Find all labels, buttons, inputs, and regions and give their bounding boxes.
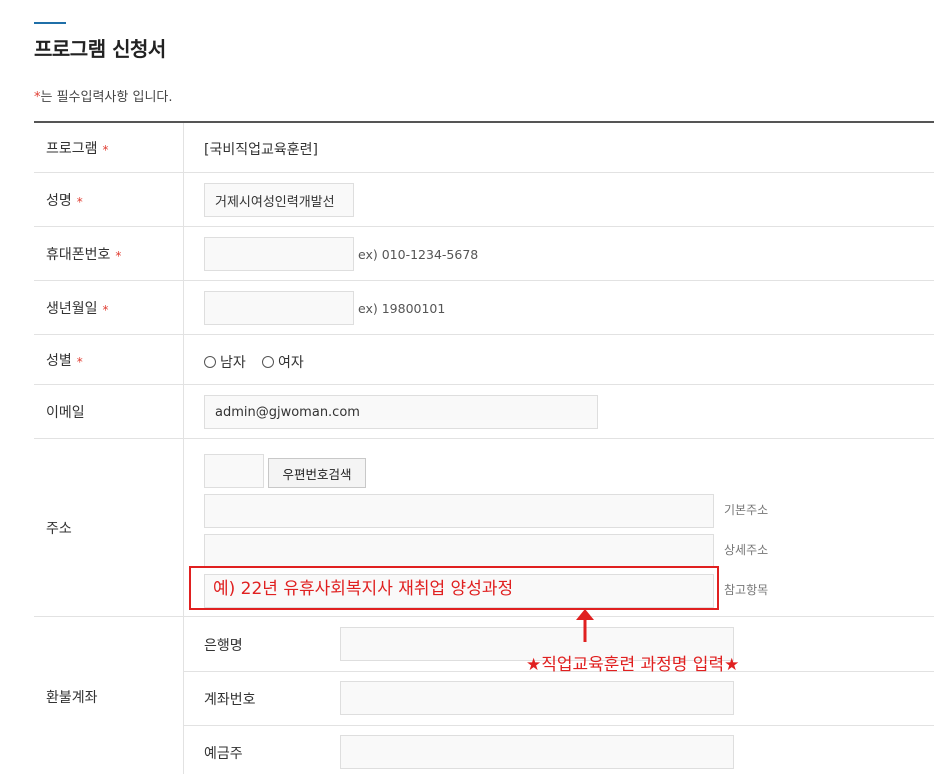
email-content: admin@gjwoman.com bbox=[184, 385, 934, 438]
name-input[interactable]: 거제시여성인력개발선 bbox=[204, 183, 354, 217]
name-content: 거제시여성인력개발선 bbox=[184, 173, 934, 226]
email-label-text: 이메일 bbox=[46, 404, 85, 421]
zipcode-search-button[interactable]: 우편번호검색 bbox=[268, 458, 366, 488]
gender-content: 남자 여자 bbox=[184, 335, 934, 384]
address-label: 주소 bbox=[34, 439, 184, 616]
page-title: 프로그램 신청서 bbox=[34, 37, 166, 61]
phone-input[interactable] bbox=[204, 237, 354, 271]
refund-label-text: 환불계좌 bbox=[46, 690, 98, 706]
detail-address-input[interactable] bbox=[204, 534, 714, 568]
required-star: * bbox=[115, 248, 122, 263]
annotation-caption: ★직업교육훈련 과정명 입력★ bbox=[526, 655, 740, 675]
title-accent-line bbox=[34, 22, 66, 24]
arrow-up-icon bbox=[576, 609, 594, 642]
phone-hint: ex) 010-1234-5678 bbox=[358, 247, 479, 262]
account-input[interactable] bbox=[340, 681, 734, 715]
refund-label: 환불계좌 bbox=[34, 617, 184, 774]
birth-content: ex) 19800101 bbox=[184, 281, 934, 334]
phone-label-text: 휴대폰번호 bbox=[46, 246, 111, 263]
phone-label: 휴대폰번호 * bbox=[34, 227, 184, 280]
required-star: * bbox=[102, 302, 109, 317]
refund-content: 은행명 계좌번호 예금주 bbox=[184, 617, 934, 774]
gender-female-label: 여자 bbox=[278, 355, 304, 371]
reference-value-text: 예) 22년 유휴사회복지사 재취업 양성과정 bbox=[213, 579, 514, 599]
detail-address-hint: 상세주소 bbox=[724, 543, 769, 557]
refund-divider bbox=[184, 725, 934, 726]
program-value: [국비직업교육훈련] bbox=[204, 142, 318, 158]
required-star: * bbox=[76, 194, 83, 209]
row-program: 프로그램 * [국비직업교육훈련] bbox=[34, 123, 934, 173]
birth-input[interactable] bbox=[204, 291, 354, 325]
gender-male-radio[interactable]: 남자 bbox=[204, 352, 246, 372]
holder-label: 예금주 bbox=[204, 746, 243, 762]
program-label-text: 프로그램 bbox=[46, 140, 98, 157]
radio-circle-icon[interactable] bbox=[262, 356, 274, 368]
row-phone: 휴대폰번호 * ex) 010-1234-5678 bbox=[34, 227, 934, 281]
holder-input[interactable] bbox=[340, 735, 734, 769]
program-label: 프로그램 * bbox=[34, 123, 184, 172]
program-content: [국비직업교육훈련] bbox=[184, 123, 934, 172]
required-star: * bbox=[102, 142, 109, 157]
required-note-text: 는 필수입력사항 입니다. bbox=[40, 90, 173, 105]
required-note: *는 필수입력사항 입니다. bbox=[34, 86, 173, 105]
gender-male-label: 남자 bbox=[220, 355, 246, 371]
basic-address-hint: 기본주소 bbox=[724, 503, 769, 517]
row-gender: 성별 * 남자 여자 bbox=[34, 335, 934, 385]
address-label-text: 주소 bbox=[46, 520, 72, 537]
row-email: 이메일 admin@gjwoman.com bbox=[34, 385, 934, 439]
email-label: 이메일 bbox=[34, 385, 184, 438]
row-name: 성명 * 거제시여성인력개발선 bbox=[34, 173, 934, 227]
name-label-text: 성명 bbox=[46, 192, 72, 209]
name-label: 성명 * bbox=[34, 173, 184, 226]
application-form: 프로그램 * [국비직업교육훈련] 성명 * 거제시여성인력개발선 휴대폰번호 * e… bbox=[34, 121, 934, 774]
reference-hint: 참고항목 bbox=[724, 583, 769, 597]
birth-label-text: 생년월일 bbox=[46, 300, 98, 317]
row-refund: 환불계좌 은행명 계좌번호 예금주 bbox=[34, 617, 934, 774]
email-input[interactable]: admin@gjwoman.com bbox=[204, 395, 598, 429]
radio-circle-icon[interactable] bbox=[204, 356, 216, 368]
gender-female-radio[interactable]: 여자 bbox=[262, 352, 304, 372]
row-birth: 생년월일 * ex) 19800101 bbox=[34, 281, 934, 335]
birth-hint: ex) 19800101 bbox=[358, 301, 446, 316]
phone-content: ex) 010-1234-5678 bbox=[184, 227, 934, 280]
zipcode-input[interactable] bbox=[204, 454, 264, 488]
account-label: 계좌번호 bbox=[204, 692, 256, 708]
required-star: * bbox=[76, 354, 83, 369]
birth-label: 생년월일 * bbox=[34, 281, 184, 334]
gender-label: 성별 * bbox=[34, 335, 184, 384]
basic-address-input[interactable] bbox=[204, 494, 714, 528]
bank-label: 은행명 bbox=[204, 638, 243, 654]
gender-label-text: 성별 bbox=[46, 352, 72, 369]
